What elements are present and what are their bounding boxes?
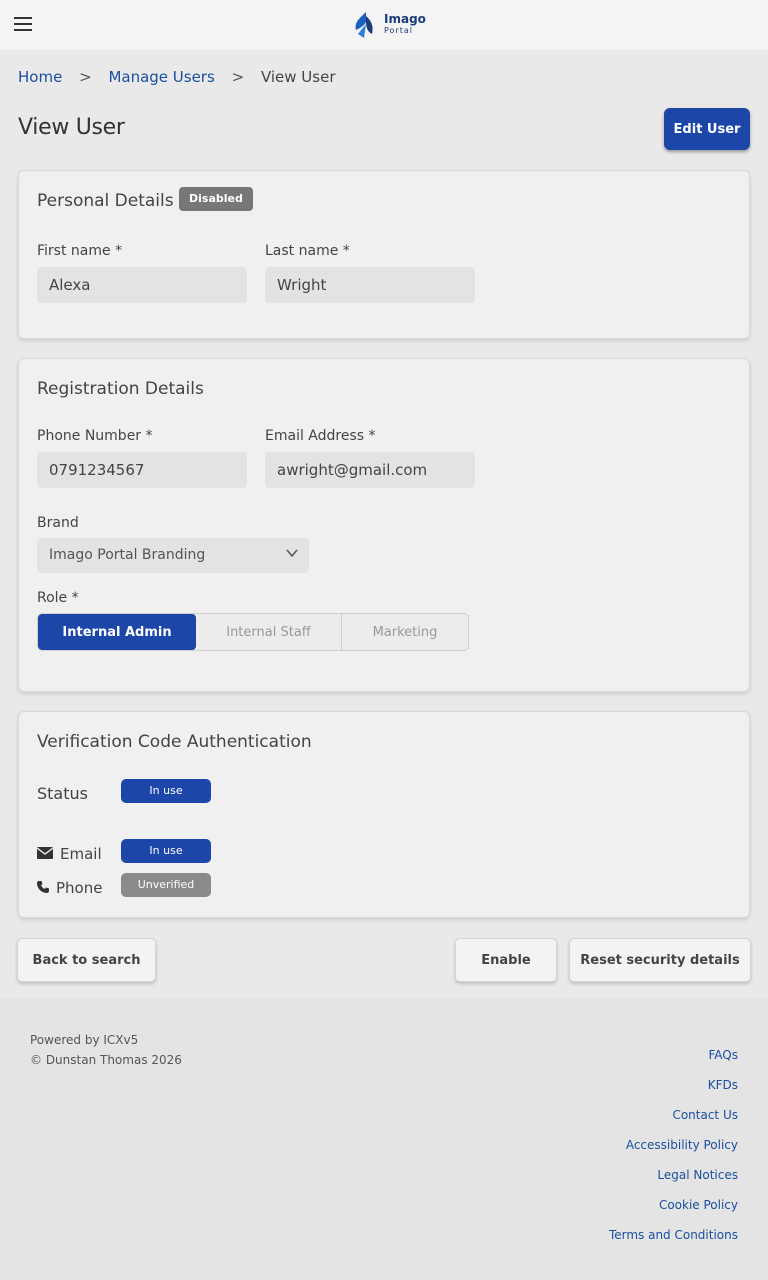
phone-icon [37, 881, 49, 893]
email-address-field[interactable] [265, 452, 475, 488]
phone-number-label: Phone Number * [37, 428, 153, 444]
first-name-label: First name * [37, 243, 123, 259]
phone-number-field[interactable] [37, 452, 247, 488]
verification-status-label: Status [37, 784, 88, 803]
footer-info: Powered by ICXv5 © Dunstan Thomas 2026 [30, 1030, 182, 1070]
registration-details-card: Registration Details Phone Number * Emai… [18, 358, 750, 692]
breadcrumb-manage-users-link[interactable]: Manage Users [108, 68, 214, 86]
logo-text-portal: Portal [384, 26, 413, 35]
footer-link-legal-notices[interactable]: Legal Notices [609, 1168, 738, 1198]
first-name-field[interactable] [37, 267, 247, 303]
breadcrumb-current: View User [260, 68, 336, 86]
page-title: View User [18, 115, 125, 140]
role-segmented-control: Internal Admin Internal Staff Marketing [37, 613, 469, 651]
breadcrumb: Home > Manage Users > View User [18, 68, 336, 86]
footer-link-terms-and-conditions[interactable]: Terms and Conditions [609, 1228, 738, 1258]
role-option-internal-admin[interactable]: Internal Admin [38, 614, 196, 650]
status-badge: Disabled [179, 187, 253, 211]
footer-link-cookie-policy[interactable]: Cookie Policy [609, 1198, 738, 1228]
email-method-label: Email [60, 845, 102, 863]
chevron-down-icon [286, 549, 298, 558]
edit-user-button[interactable]: Edit User [664, 108, 750, 150]
top-bar: Imago Portal [0, 0, 768, 50]
footer-link-faqs[interactable]: FAQs [609, 1048, 739, 1078]
breadcrumb-separator: > [231, 68, 245, 86]
brand-label: Brand [37, 515, 79, 531]
hamburger-menu-icon[interactable] [14, 17, 32, 31]
footer-link-kfds[interactable]: KFDs [609, 1078, 738, 1108]
footer-links: FAQs KFDs Contact Us Accessibility Polic… [609, 1048, 738, 1258]
brand-select-value: Imago Portal Branding [49, 547, 206, 563]
role-label: Role * [37, 590, 79, 606]
footer-link-accessibility-policy[interactable]: Accessibility Policy [609, 1138, 738, 1168]
phone-method-label: Phone [56, 879, 103, 897]
imago-portal-logo[interactable]: Imago Portal [350, 8, 426, 42]
role-option-marketing[interactable]: Marketing [341, 614, 468, 650]
footer-link-contact-us[interactable]: Contact Us [609, 1108, 738, 1138]
phone-method-badge: Unverified [121, 873, 211, 897]
last-name-field[interactable] [265, 267, 475, 303]
personal-details-card: Personal Details Disabled First name * L… [18, 170, 750, 339]
email-method-badge: In use [121, 839, 211, 863]
envelope-icon [37, 847, 53, 859]
breadcrumb-separator: > [79, 68, 92, 86]
verification-card: Verification Code Authentication Status … [18, 711, 750, 918]
verification-status-badge: In use [121, 779, 211, 803]
reset-security-details-button[interactable]: Reset security details [569, 938, 751, 982]
logo-text-imago: Imago [384, 12, 426, 26]
last-name-label: Last name * [265, 243, 350, 259]
role-option-internal-staff[interactable]: Internal Staff [196, 614, 341, 650]
brand-select[interactable]: Imago Portal Branding [37, 538, 309, 573]
breadcrumb-home-link[interactable]: Home [18, 68, 62, 86]
personal-details-title: Personal Details [37, 191, 174, 211]
verification-title: Verification Code Authentication [37, 732, 312, 752]
powered-by-text: Powered by ICXv5 [30, 1033, 139, 1047]
email-address-label: Email Address * [265, 428, 376, 444]
enable-button[interactable]: Enable [455, 938, 557, 982]
back-to-search-button[interactable]: Back to search [17, 938, 156, 982]
butterfly-logo-icon [355, 12, 373, 38]
registration-details-title: Registration Details [37, 379, 204, 399]
footer: Powered by ICXv5 © Dunstan Thomas 2026 F… [0, 998, 768, 1280]
copyright-text: © Dunstan Thomas 2026 [30, 1053, 182, 1067]
